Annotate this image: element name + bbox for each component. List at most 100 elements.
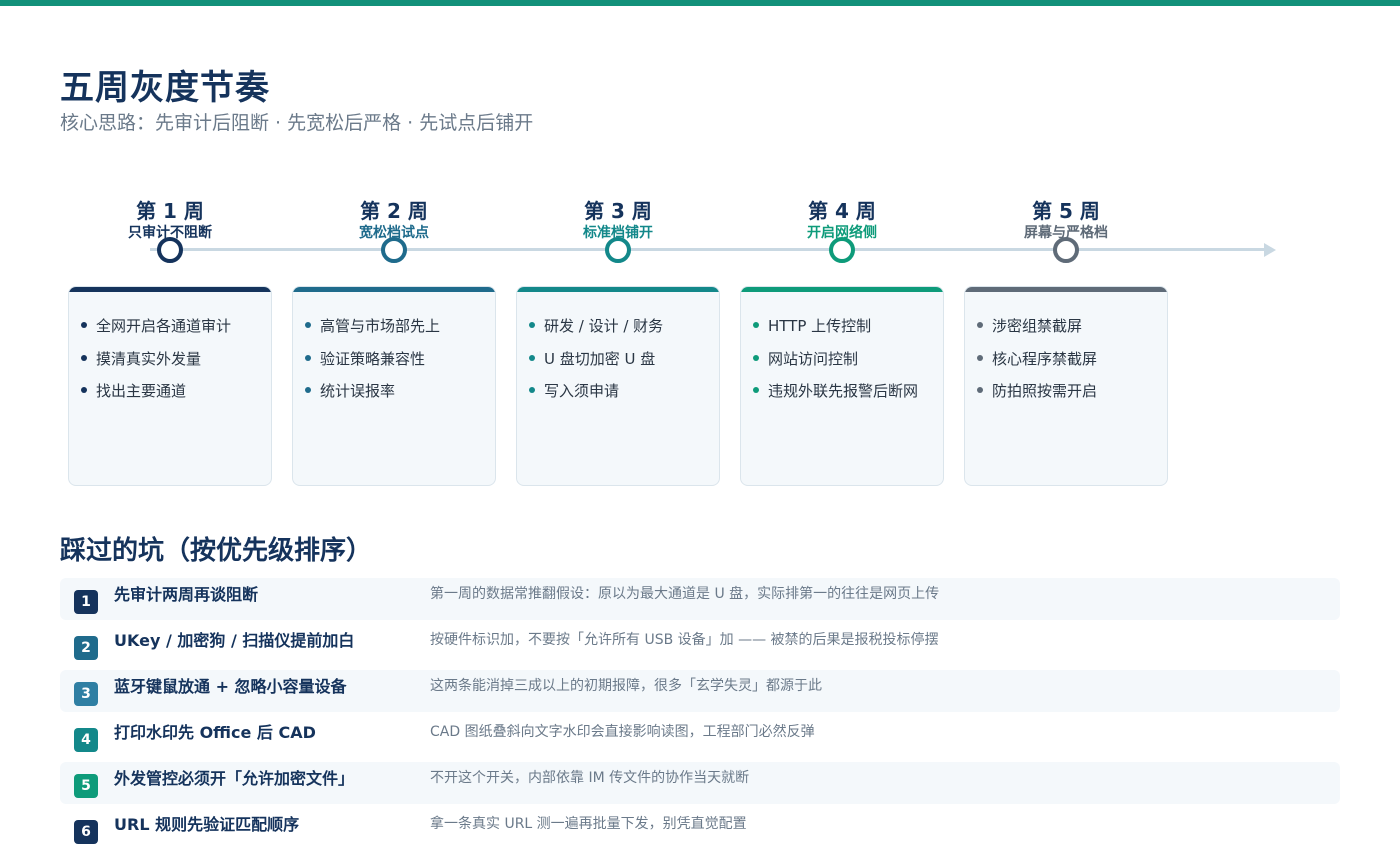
bullet-icon	[977, 322, 983, 328]
week-item-label: 统计误报率	[320, 382, 396, 400]
week-item-label: 防拍照按需开启	[992, 382, 1098, 400]
pitfall-row: 4 打印水印先 Office 后 CAD CAD 图纸叠斜向文字水印会直接影响读…	[60, 716, 1340, 758]
pitfall-title: 蓝牙键鼠放通 + 忽略小容量设备	[114, 677, 347, 696]
week-item: HTTP 上传控制	[753, 315, 918, 337]
pitfall-description: 按硬件标识加，不要按「允许所有 USB 设备」加 —— 被禁的后果是报税投标停摆	[430, 632, 939, 648]
week-card: HTTP 上传控制 网站访问控制违规外联先报警后断网	[740, 286, 944, 486]
week-items: HTTP 上传控制 网站访问控制违规外联先报警后断网	[753, 315, 918, 413]
week-items: 研发 / 设计 / 财务 U 盘切加密 U 盘写入须申请	[529, 315, 663, 413]
bullet-icon	[977, 354, 983, 361]
timeline-dot	[829, 237, 855, 263]
week-item-label: 高管与市场部先上	[320, 317, 441, 335]
pitfall-row: 3 蓝牙键鼠放通 + 忽略小容量设备 这两条能消掉三成以上的初期报障，很多「玄学…	[60, 670, 1340, 712]
page-title: 五周灰度节奏	[60, 68, 270, 108]
pitfall-number-badge: 3	[74, 682, 98, 706]
bullet-icon	[977, 387, 983, 393]
pitfall-title: UKey / 加密狗 / 扫描仪提前加白	[114, 631, 355, 650]
timeline-dot	[605, 237, 631, 263]
week-item: U 盘切加密 U 盘	[529, 348, 663, 370]
week-item-label: 核心程序禁截屏	[992, 349, 1098, 368]
pitfall-description: 这两条能消掉三成以上的初期报障，很多「玄学失灵」都源于此	[430, 678, 822, 694]
pitfall-number-badge: 6	[74, 820, 98, 844]
pitfall-description: 拿一条真实 URL 测一遍再批量下发，别凭直觉配置	[430, 816, 747, 832]
pitfall-title: 打印水印先 Office 后 CAD	[114, 723, 316, 742]
week-item-label: 涉密组禁截屏	[992, 317, 1083, 335]
pitfall-description: CAD 图纸叠斜向文字水印会直接影响读图，工程部门必然反弹	[430, 724, 815, 740]
week-title: 第 5 周	[1032, 199, 1100, 223]
pitfall-description: 不开这个开关，内部依靠 IM 传文件的协作当天就断	[430, 770, 750, 786]
week-item: 网站访问控制	[753, 348, 918, 370]
week-item-label: U 盘切加密 U 盘	[544, 349, 656, 368]
week-title: 第 4 周	[808, 199, 876, 223]
week-item: 违规外联先报警后断网	[753, 380, 918, 402]
week-item-label: 研发 / 设计 / 财务	[544, 317, 664, 335]
pitfalls-title: 踩过的坑（按优先级排序）	[60, 536, 373, 566]
page-subtitle: 核心思路：先审计后阻断 · 先宽松后严格 · 先试点后铺开	[60, 112, 534, 134]
week-item-label: 全网开启各通道审计	[96, 317, 232, 335]
week-item: 找出主要通道	[81, 380, 231, 402]
timeline-dot	[1053, 237, 1079, 263]
bullet-icon	[753, 322, 759, 328]
week-item-label: 网站访问控制	[768, 349, 859, 368]
bullet-icon	[529, 387, 535, 393]
pitfall-number-badge: 5	[74, 774, 98, 798]
week-item: 涉密组禁截屏	[977, 315, 1097, 337]
pitfall-row: 1 先审计两周再谈阻断 第一周的数据常推翻假设：原以为最大通道是 U 盘，实际排…	[60, 578, 1340, 620]
week-item-label: 写入须申请	[544, 382, 620, 400]
pitfall-number-badge: 4	[74, 728, 98, 752]
week-card: 全网开启各通道审计 摸清真实外发量 找出主要通道	[68, 286, 272, 486]
week-item: 统计误报率	[305, 380, 440, 402]
bullet-icon	[305, 322, 311, 328]
week-item-label: 摸清真实外发量	[96, 349, 202, 368]
bullet-icon	[81, 354, 87, 361]
week-item-label: 找出主要通道	[96, 382, 187, 400]
week-item: 研发 / 设计 / 财务	[529, 315, 663, 337]
week-item: 摸清真实外发量	[81, 348, 231, 370]
bullet-icon	[529, 322, 535, 328]
week-card-accent	[741, 287, 943, 292]
week-card-accent	[293, 287, 495, 292]
week-item: 验证策略兼容性	[305, 348, 440, 370]
pitfall-number-badge: 1	[74, 590, 98, 614]
week-card: 研发 / 设计 / 财务 U 盘切加密 U 盘写入须申请	[516, 286, 720, 486]
pitfall-title: 先审计两周再谈阻断	[114, 585, 259, 604]
bullet-icon	[81, 387, 87, 393]
pitfall-description: 第一周的数据常推翻假设：原以为最大通道是 U 盘，实际排第一的往往是网页上传	[430, 586, 940, 602]
bullet-icon	[753, 354, 759, 361]
week-title: 第 3 周	[584, 199, 652, 223]
week-items: 全网开启各通道审计 摸清真实外发量 找出主要通道	[81, 315, 231, 413]
bullet-icon	[529, 354, 535, 361]
week-card-accent	[965, 287, 1167, 292]
week-item: 核心程序禁截屏	[977, 348, 1097, 370]
week-card: 涉密组禁截屏 核心程序禁截屏 防拍照按需开启	[964, 286, 1168, 486]
week-items: 高管与市场部先上 验证策略兼容性 统计误报率	[305, 315, 440, 413]
week-item: 高管与市场部先上	[305, 315, 440, 337]
week-card-accent	[69, 287, 271, 292]
pitfall-row: 6 URL 规则先验证匹配顺序 拿一条真实 URL 测一遍再批量下发，别凭直觉配…	[60, 808, 1340, 850]
bullet-icon	[305, 354, 311, 361]
week-card-accent	[517, 287, 719, 292]
bullet-icon	[753, 387, 759, 393]
timeline-line	[150, 248, 1268, 251]
top-accent-bar	[0, 0, 1400, 6]
timeline-dot	[381, 237, 407, 263]
pitfall-row: 5 外发管控必须开「允许加密文件」 不开这个开关，内部依靠 IM 传文件的协作当…	[60, 762, 1340, 804]
timeline-arrow-icon	[1264, 243, 1276, 257]
pitfall-title: 外发管控必须开「允许加密文件」	[114, 769, 355, 788]
bullet-icon	[305, 387, 311, 393]
timeline-dot	[157, 237, 183, 263]
week-items: 涉密组禁截屏 核心程序禁截屏 防拍照按需开启	[977, 315, 1097, 413]
week-item-label: 违规外联先报警后断网	[768, 382, 919, 400]
week-title: 第 1 周	[136, 199, 204, 223]
week-item: 全网开启各通道审计	[81, 315, 231, 337]
week-item-label: HTTP 上传控制	[768, 317, 872, 335]
bullet-icon	[81, 322, 87, 328]
pitfall-number-badge: 2	[74, 636, 98, 660]
week-item: 防拍照按需开启	[977, 380, 1097, 402]
week-item-label: 验证策略兼容性	[320, 349, 426, 368]
pitfall-row: 2 UKey / 加密狗 / 扫描仪提前加白 按硬件标识加，不要按「允许所有 U…	[60, 624, 1340, 666]
week-item: 写入须申请	[529, 380, 663, 402]
pitfall-title: URL 规则先验证匹配顺序	[114, 815, 300, 834]
week-title: 第 2 周	[360, 199, 428, 223]
week-card: 高管与市场部先上 验证策略兼容性 统计误报率	[292, 286, 496, 486]
